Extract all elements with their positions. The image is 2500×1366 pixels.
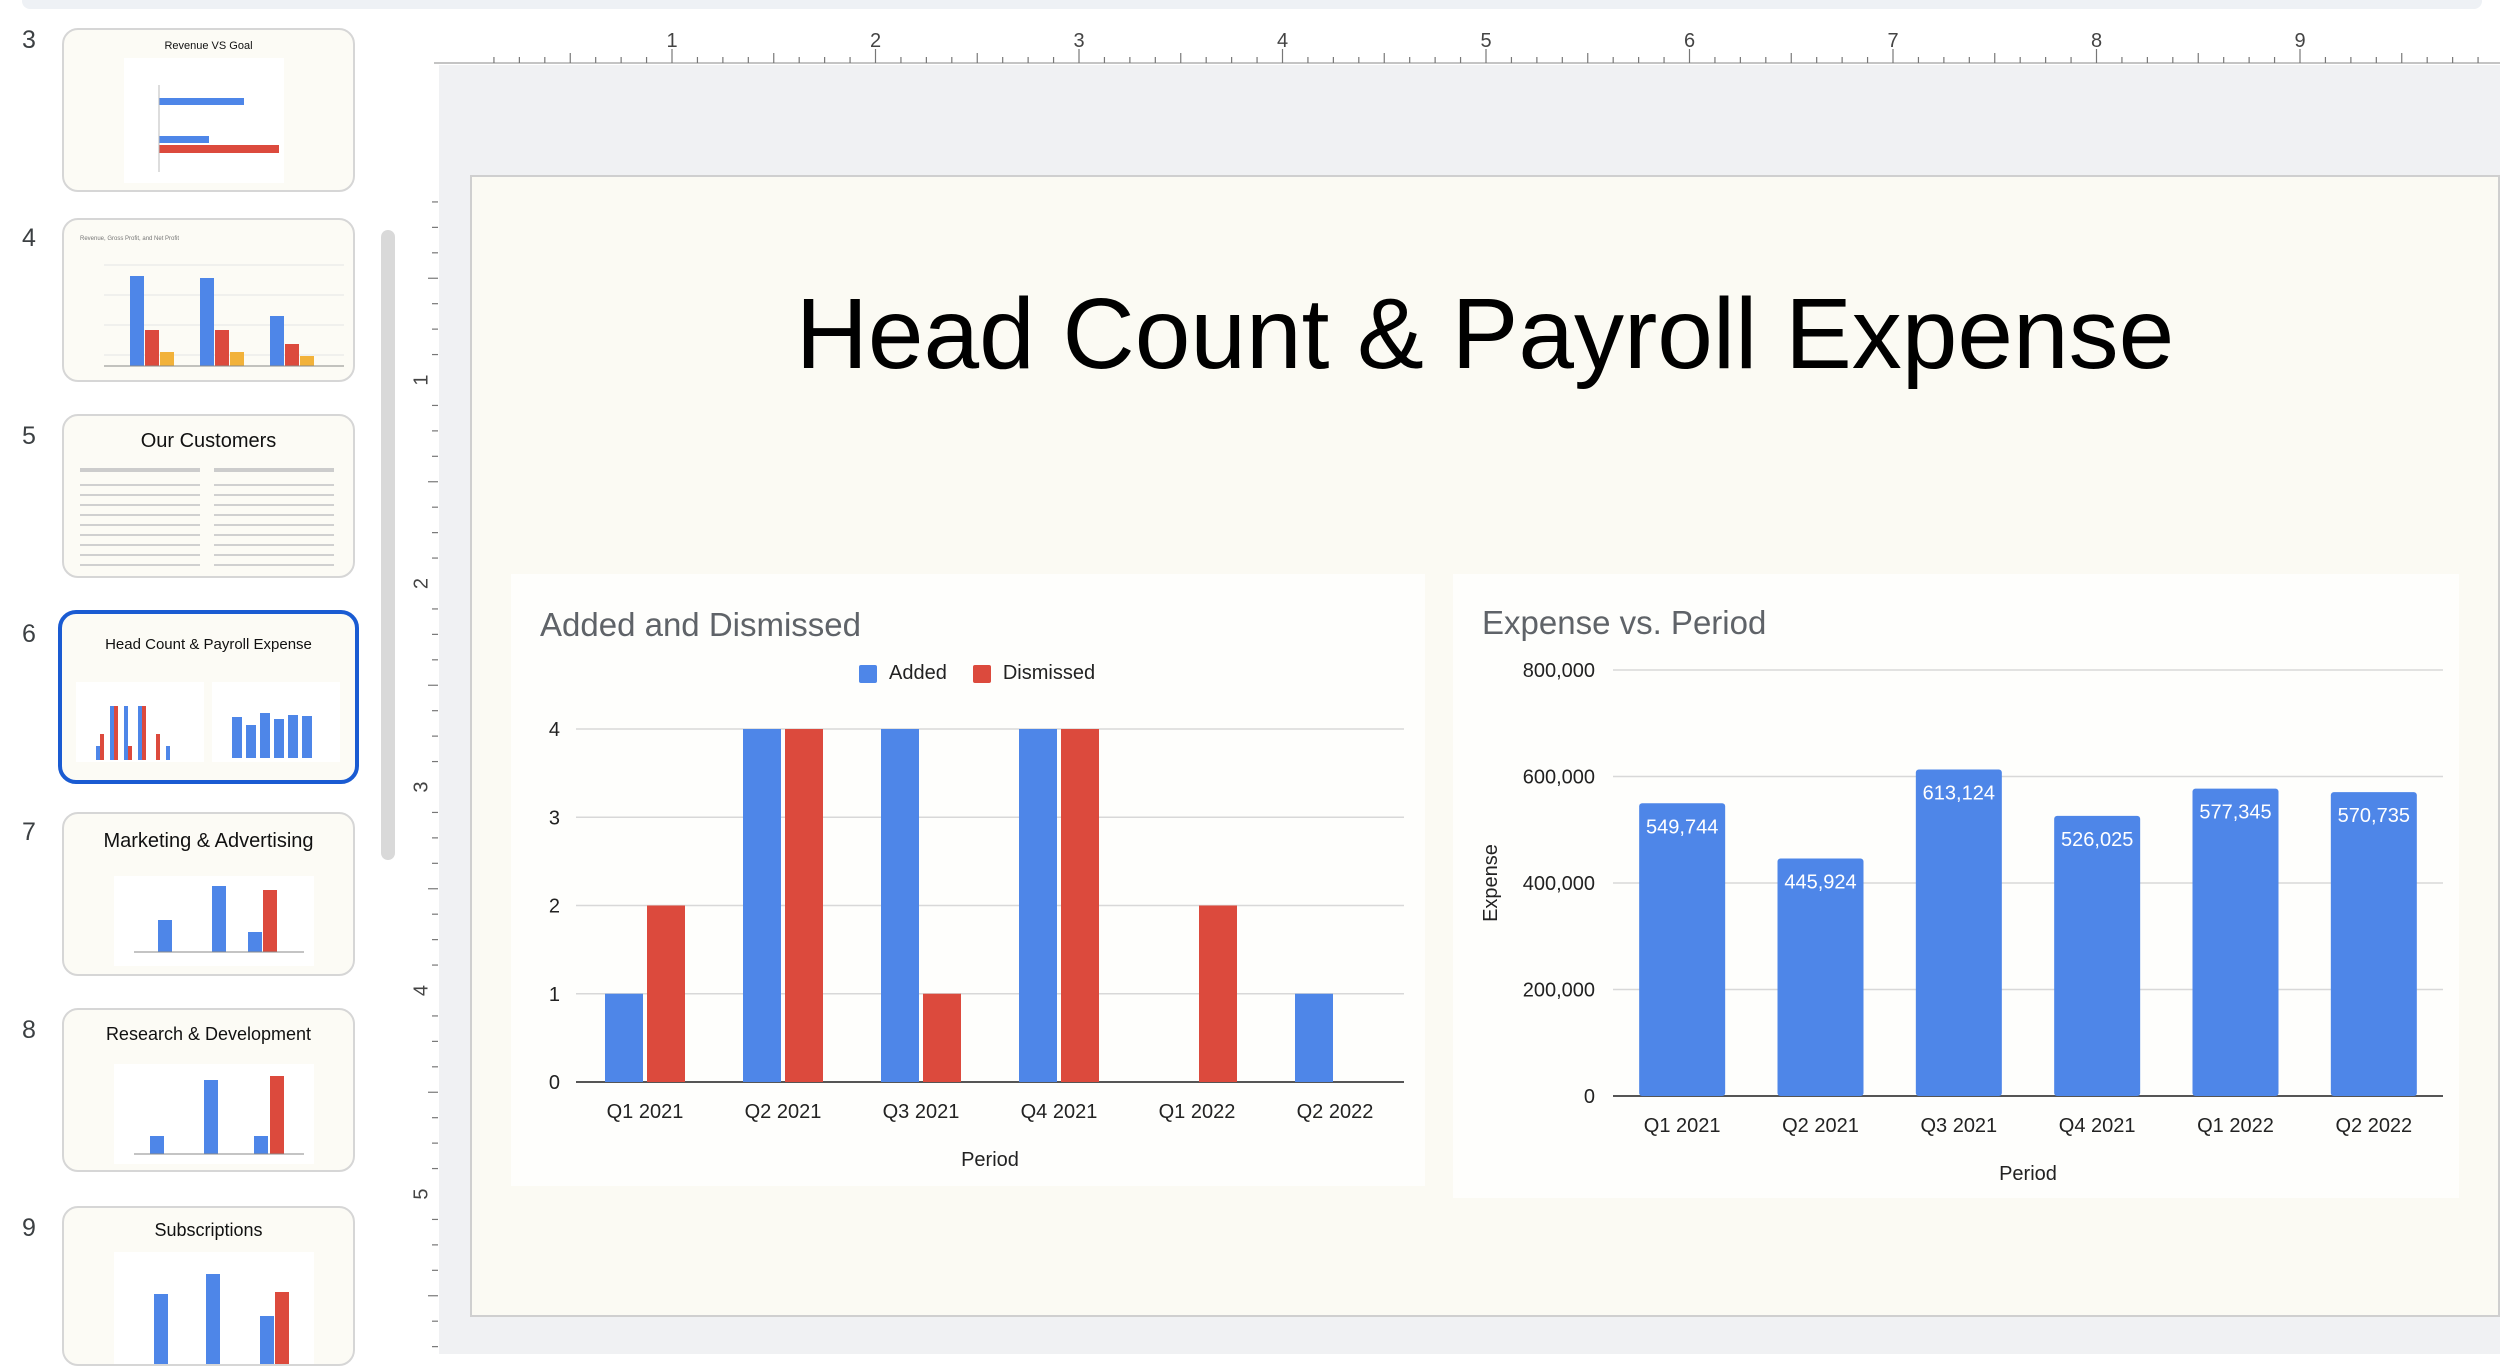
chart-plot: 0 200,000 400,000 600,000 800,000 549,744 Q1 2… bbox=[1480, 660, 2443, 1185]
slide-filmstrip: 3 Revenue VS Goal 4 Revenue, Gross Profi… bbox=[0, 0, 400, 1366]
x-tick-label: Q1 2022 bbox=[1159, 1101, 1236, 1123]
y-tick-label: 0 bbox=[1584, 1086, 1595, 1108]
ruler-number: 3 bbox=[410, 781, 432, 792]
data-label: 577,345 bbox=[2199, 802, 2271, 824]
horizontal-ruler: 1 2 3 4 5 6 7 8 9 bbox=[434, 30, 2500, 64]
slide-number: 6 bbox=[22, 620, 36, 648]
ruler-number: 4 bbox=[410, 985, 432, 996]
thumbnail-chart bbox=[114, 1252, 314, 1364]
chart-expense-period[interactable]: Expense vs. Period 0 200,000 400,000 600,00… bbox=[1453, 574, 2459, 1198]
ruler-number: 2 bbox=[870, 30, 881, 52]
y-tick-label: 400,000 bbox=[1523, 873, 1595, 895]
y-tick-label: 200,000 bbox=[1523, 980, 1595, 1002]
ruler-number: 1 bbox=[666, 30, 677, 52]
bar-dismissed bbox=[923, 993, 961, 1082]
y-tick-label: 3 bbox=[549, 807, 560, 829]
bar-dismissed bbox=[785, 729, 823, 1082]
data-label: 613,124 bbox=[1923, 783, 1995, 805]
y-tick-label: 4 bbox=[549, 719, 560, 741]
slide-number: 8 bbox=[22, 1016, 36, 1044]
bar-added bbox=[881, 729, 919, 1082]
x-tick-label: Q2 2022 bbox=[2335, 1115, 2412, 1137]
ruler-number: 5 bbox=[410, 1188, 432, 1199]
bar-expense bbox=[2330, 792, 2417, 1096]
x-tick-label: Q4 2021 bbox=[1021, 1101, 1098, 1123]
thumbnail-chart bbox=[114, 1064, 314, 1164]
slide-number: 4 bbox=[22, 224, 36, 252]
x-axis-title: Period bbox=[961, 1149, 1019, 1171]
slide-thumbnail[interactable]: Marketing & Advertising bbox=[62, 812, 355, 976]
x-tick-label: Q2 2022 bbox=[1297, 1101, 1374, 1123]
ruler-number: 8 bbox=[2091, 30, 2102, 52]
x-tick-label: Q3 2021 bbox=[883, 1101, 960, 1123]
slide-number: 3 bbox=[22, 26, 36, 54]
y-axis-title: Expense bbox=[1480, 844, 1502, 922]
slide-thumbnail[interactable]: Subscriptions bbox=[62, 1206, 355, 1366]
bar-expense bbox=[2054, 815, 2141, 1096]
y-tick-label: 0 bbox=[549, 1072, 560, 1094]
ruler-number: 3 bbox=[1073, 30, 1084, 52]
chart-plot: 0 1 2 3 4 Q1 2021 Q2 2021 Q3 2021 Q4 2021 Q1 2022… bbox=[549, 719, 1404, 1171]
slide-thumbnail[interactable]: Revenue VS Goal bbox=[62, 28, 355, 192]
slide-title[interactable]: Head Count & Payroll Expense bbox=[472, 277, 2498, 392]
x-tick-label: Q1 2021 bbox=[1644, 1115, 1721, 1137]
slide-number: 7 bbox=[22, 818, 36, 846]
bar-added bbox=[1019, 729, 1057, 1082]
bar-expense bbox=[1639, 803, 1726, 1096]
thumbnail-chart bbox=[124, 58, 284, 183]
slide-number: 9 bbox=[22, 1214, 36, 1242]
filmstrip-scrollbar[interactable] bbox=[381, 230, 395, 860]
bar-expense bbox=[1777, 858, 1864, 1096]
slide-canvas[interactable]: Head Count & Payroll Expense Added and D… bbox=[470, 175, 2500, 1317]
ruler-number: 9 bbox=[2294, 30, 2305, 52]
slide-thumbnail[interactable]: Our Customers bbox=[62, 414, 355, 578]
x-tick-label: Q3 2021 bbox=[1920, 1115, 1997, 1137]
ruler-number: 1 bbox=[410, 374, 432, 385]
y-tick-label: 800,000 bbox=[1523, 660, 1595, 682]
slide-number: 5 bbox=[22, 422, 36, 450]
ruler-number: 7 bbox=[1887, 30, 1898, 52]
data-label: 526,025 bbox=[2061, 829, 2133, 851]
x-tick-label: Q1 2022 bbox=[2197, 1115, 2274, 1137]
vertical-ruler: 1 2 3 4 5 bbox=[405, 65, 439, 1354]
ruler-number: 5 bbox=[1480, 30, 1491, 52]
ruler-number: 2 bbox=[410, 578, 432, 589]
svg-text:Revenue, Gross Profit, and Net: Revenue, Gross Profit, and Net Profit bbox=[80, 236, 179, 242]
bar-added bbox=[1295, 993, 1333, 1082]
bar-added bbox=[743, 729, 781, 1082]
slide-thumbnail[interactable]: Revenue, Gross Profit, and Net Profit bbox=[62, 218, 355, 382]
ruler-number: 6 bbox=[1684, 30, 1695, 52]
y-tick-label: 2 bbox=[549, 896, 560, 918]
data-label: 445,924 bbox=[1784, 872, 1856, 894]
data-label: 570,735 bbox=[2338, 805, 2410, 827]
slide-thumbnail[interactable]: Research & Development bbox=[62, 1008, 355, 1172]
bar-expense bbox=[2192, 788, 2279, 1096]
thumbnail-chart: Revenue, Gross Profit, and Net Profit bbox=[80, 236, 344, 367]
ruler-number: 4 bbox=[1277, 30, 1288, 52]
bar-dismissed bbox=[1061, 729, 1099, 1082]
x-axis-title: Period bbox=[1999, 1163, 2057, 1185]
data-label: 549,744 bbox=[1646, 816, 1718, 838]
chart-added-dismissed[interactable]: Added and Dismissed Added Dismissed 0123… bbox=[511, 574, 1425, 1186]
bar-dismissed bbox=[647, 905, 685, 1082]
slide-thumbnail-selected[interactable]: Head Count & Payroll Expense bbox=[58, 610, 359, 784]
thumbnail-table bbox=[80, 468, 334, 566]
y-tick-label: 1 bbox=[549, 984, 560, 1006]
thumbnail-chart bbox=[114, 876, 314, 966]
x-tick-label: Q2 2021 bbox=[1782, 1115, 1859, 1137]
y-tick-label: 600,000 bbox=[1523, 767, 1595, 789]
x-tick-label: Q2 2021 bbox=[745, 1101, 822, 1123]
bar-added bbox=[605, 993, 643, 1082]
thumbnail-chart bbox=[76, 682, 340, 762]
x-tick-label: Q1 2021 bbox=[607, 1101, 684, 1123]
x-tick-label: Q4 2021 bbox=[2059, 1115, 2136, 1137]
bar-dismissed bbox=[1199, 905, 1237, 1082]
bar-expense bbox=[1915, 769, 2002, 1096]
